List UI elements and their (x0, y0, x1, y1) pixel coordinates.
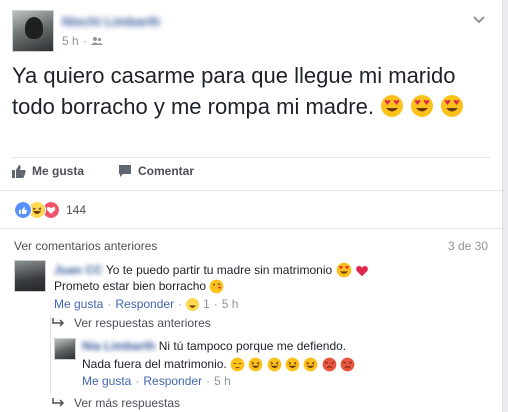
separator: · (107, 297, 112, 311)
thumbs-up-icon (12, 165, 26, 178)
heart-eyes-emoji-icon (381, 95, 404, 117)
comment-reply-link[interactable]: Responder (115, 297, 174, 311)
view-more-replies-label: Ver más respuestas (74, 396, 181, 410)
comment-line-1: Juan CC Yo te puedo partir tu madre sin … (54, 262, 454, 278)
post-text: Ya quiero casarme para que llegue mi mar… (12, 60, 482, 122)
reply-avatar[interactable] (54, 338, 76, 360)
reply-line-2: Nada fuera del matrimonio. (82, 356, 462, 372)
divider (0, 190, 502, 191)
chevron-down-icon[interactable] (472, 12, 486, 26)
comment-reaction-count[interactable]: 1 (203, 297, 210, 311)
heart-eyes-emoji-icon (411, 95, 434, 117)
view-more-replies-link[interactable]: Ver más respuestas (52, 396, 180, 410)
separator: · (178, 297, 183, 311)
like-label: Me gusta (32, 164, 85, 178)
angry-emoji-icon (322, 357, 337, 372)
comment-text-2: Prometo estar bien borracho (54, 279, 207, 293)
kiss-wink-emoji-icon (210, 279, 224, 294)
heart-eyes-emoji-icon (441, 95, 464, 117)
meta-separator: · (82, 34, 87, 48)
reply-line-1: Nia Limbarth Ni tú tampoco porque me def… (82, 338, 462, 354)
reply-arrow-icon (52, 398, 65, 407)
grinning-emoji-icon (285, 357, 300, 372)
grinning-emoji-icon (304, 357, 318, 372)
comment-actions: Me gusta · Responder · 1 · 5 h (54, 297, 238, 311)
divider (12, 157, 490, 158)
grinning-emoji-icon (249, 357, 263, 372)
comment-button[interactable]: Comentar (118, 164, 194, 178)
reply-text-1: Ni tú tampoco porque me defiendo. (158, 339, 347, 353)
separator: · (135, 374, 140, 388)
reaction-count[interactable]: 144 (66, 203, 86, 217)
view-previous-replies-label: Ver respuestas anteriores (74, 316, 211, 330)
separator: · (206, 374, 211, 388)
reply-like-link[interactable]: Me gusta (82, 374, 131, 388)
reply-actions: Me gusta · Responder · 5 h (82, 374, 231, 388)
comment-body: Juan CC Yo te puedo partir tu madre sin … (54, 262, 454, 294)
comment-author[interactable]: Juan CC (54, 263, 103, 277)
comment-bubble-icon (119, 165, 132, 177)
reply-body: Nia Limbarth Ni tú tampoco porque me def… (82, 338, 462, 372)
separator: · (213, 297, 218, 311)
comment-text-1: Yo te puedo partir tu madre sin matrimon… (105, 263, 333, 277)
comment-like-link[interactable]: Me gusta (54, 297, 103, 311)
reply-author[interactable]: Nia Limbarth (82, 339, 155, 353)
heart-eyes-emoji-icon (336, 262, 351, 278)
like-reaction-icon (14, 201, 32, 219)
reply-text-2: Nada fuera del matrimonio. (82, 357, 227, 371)
post-card: Niechi Limbarth 5 h · Ya quiero casarme … (0, 0, 503, 412)
author-name[interactable]: Niechi Limbarth (62, 14, 160, 29)
pensive-emoji-icon (230, 357, 245, 372)
divider (0, 228, 502, 229)
post-time[interactable]: 5 h (62, 34, 79, 48)
like-button[interactable]: Me gusta (12, 164, 84, 178)
heart-eyes-emoji-group (380, 94, 464, 119)
author-avatar[interactable] (12, 10, 54, 52)
comment-avatar[interactable] (14, 260, 46, 292)
view-previous-comments-link[interactable]: Ver comentarios anteriores (14, 239, 157, 253)
post-actions: Me gusta Comentar (12, 164, 194, 178)
reply-arrow-icon (52, 318, 65, 327)
red-heart-icon (355, 265, 368, 277)
angry-emoji-icon (340, 357, 355, 372)
comment-line-2: Prometo estar bien borracho (54, 278, 454, 294)
reply-time[interactable]: 5 h (214, 374, 231, 388)
reply-reply-link[interactable]: Responder (143, 374, 202, 388)
post-meta: 5 h · (62, 34, 103, 48)
reply-thread-line (50, 316, 51, 394)
comment-time[interactable]: 5 h (222, 297, 239, 311)
comments-page-count: 3 de 30 (447, 239, 488, 253)
comment-label: Comentar (138, 164, 195, 178)
haha-reaction-icon[interactable] (186, 297, 200, 311)
view-previous-replies-link[interactable]: Ver respuestas anteriores (52, 316, 211, 330)
friends-audience-icon[interactable] (90, 36, 103, 46)
reactions-summary[interactable]: 144 (14, 201, 86, 219)
post-header: Niechi Limbarth 5 h · (12, 10, 490, 52)
grinning-emoji-icon (267, 357, 282, 372)
